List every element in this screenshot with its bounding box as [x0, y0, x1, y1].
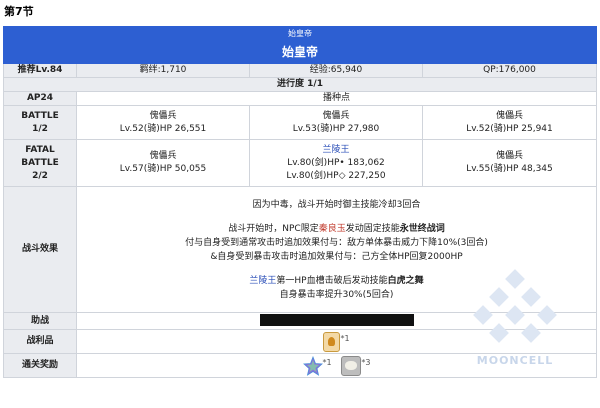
- enemy-name: 傀儡兵: [495, 110, 523, 121]
- enemy-stats: Lv.53(骑)HP 27,980: [292, 123, 380, 134]
- enemy-stats: Lv.57(骑)HP 50,055: [119, 164, 207, 174]
- ap-label: AP24: [3, 91, 77, 106]
- enemy-name: 傀儡兵: [495, 151, 523, 161]
- drops-cell: *1: [76, 329, 597, 354]
- bond-value: 羁绊:1,710: [76, 63, 250, 78]
- boss-name-link[interactable]: 兰陵王: [253, 144, 419, 157]
- battle-2-label: FATAL BATTLE 2/2: [3, 139, 77, 187]
- enemy-name: 傀儡兵: [322, 110, 350, 121]
- drop-quantity: *1: [340, 333, 350, 343]
- rewards-cell: *1 *3: [76, 353, 597, 378]
- enemy-stats: Lv.55(骑)HP 48,345: [466, 164, 553, 174]
- section-title: 第7节: [4, 5, 34, 18]
- effect-line: &自身受到暴击攻击时追加效果付与：己方全体HP回复2000HP: [210, 251, 463, 262]
- effect-text: 第一HP血槽击破后发动技能: [276, 275, 388, 286]
- boss-cell: 兰陵王 Lv.80(剑)HP• 183,062 Lv.80(剑)HP◇ 227,…: [249, 139, 423, 187]
- effect-text: 战斗开始时，NPC限定: [228, 223, 319, 234]
- effects-cell: 因为中毒，战斗开始时御主技能冷却3回合 战斗开始时，NPC限定秦良玉发动固定技能…: [76, 186, 597, 313]
- skill-name: 永世终战词: [399, 223, 445, 234]
- figure-material-icon[interactable]: [323, 331, 341, 352]
- battle-1-label-title: BATTLE: [21, 110, 59, 121]
- rewards-label: 通关奖励: [3, 353, 77, 378]
- servant-link[interactable]: 兰陵王: [249, 276, 276, 286]
- item-box-icon[interactable]: [341, 355, 362, 376]
- support-redacted-bar: [259, 314, 414, 327]
- effects-label: 战斗效果: [3, 186, 77, 313]
- saint-quartz-icon[interactable]: [302, 355, 323, 376]
- recommend-level: 推荐Lv.84: [3, 63, 77, 78]
- progress-label: 进行度 1/1: [3, 77, 597, 92]
- boss-stats-2: Lv.80(剑)HP◇ 227,250: [286, 170, 386, 181]
- exp-value: 经验:65,940: [249, 63, 423, 78]
- drops-label: 战利品: [3, 329, 77, 354]
- enemy-cell: 傀儡兵 Lv.52(骑)HP 25,941: [422, 105, 597, 140]
- enemy-name: 傀儡兵: [149, 110, 177, 121]
- support-label: 助战: [3, 312, 77, 330]
- enemy-name: 傀儡兵: [149, 151, 177, 161]
- effect-line: 自身暴击率提升30%(5回合): [279, 289, 394, 300]
- enemy-cell: 傀儡兵 Lv.53(骑)HP 27,980: [249, 105, 423, 140]
- enemy-cell: 傀儡兵 Lv.57(骑)HP 50,055: [76, 139, 250, 187]
- battle-2-label-count: 2/2: [32, 170, 48, 181]
- support-cell: [76, 312, 597, 330]
- quest-banner-title: 始皇帝: [3, 40, 597, 64]
- effect-line: 战斗开始时，NPC限定秦良玉发动固定技能永世终战词: [80, 222, 593, 236]
- ap-value: 播种点: [76, 91, 597, 106]
- battle-2-label-title: FATAL BATTLE: [21, 144, 59, 168]
- battle-1-label-count: 1/2: [32, 123, 48, 134]
- reward-quantity: *3: [361, 357, 371, 367]
- enemy-cell: 傀儡兵 Lv.55(骑)HP 48,345: [422, 139, 597, 187]
- enemy-stats: Lv.52(骑)HP 26,551: [119, 123, 207, 134]
- quest-table: 始皇帝 始皇帝 推荐Lv.84 羁绊:1,710 经验:65,940 QP:17…: [3, 26, 597, 378]
- effect-line: 付与自身受到通常攻击时追加效果付与：敌方单体暴击威力下降10%(3回合): [185, 237, 488, 248]
- reward-quantity: *1: [322, 357, 332, 367]
- skill-name: 白虎之舞: [387, 275, 424, 286]
- enemy-stats: Lv.52(骑)HP 25,941: [466, 123, 553, 134]
- effect-text: 发动固定技能: [345, 223, 400, 234]
- npc-link[interactable]: 秦良玉: [319, 224, 346, 234]
- qp-value: QP:176,000: [422, 63, 597, 78]
- effect-line: 因为中毒，战斗开始时御主技能冷却3回合: [252, 199, 421, 210]
- effect-line: 兰陵王第一HP血槽击破后发动技能白虎之舞: [80, 274, 593, 288]
- quest-banner-subtitle: 始皇帝: [3, 26, 597, 41]
- enemy-cell: 傀儡兵 Lv.52(骑)HP 26,551: [76, 105, 250, 140]
- battle-1-label: BATTLE 1/2: [3, 105, 77, 140]
- boss-stats-1: Lv.80(剑)HP• 183,062: [287, 157, 385, 168]
